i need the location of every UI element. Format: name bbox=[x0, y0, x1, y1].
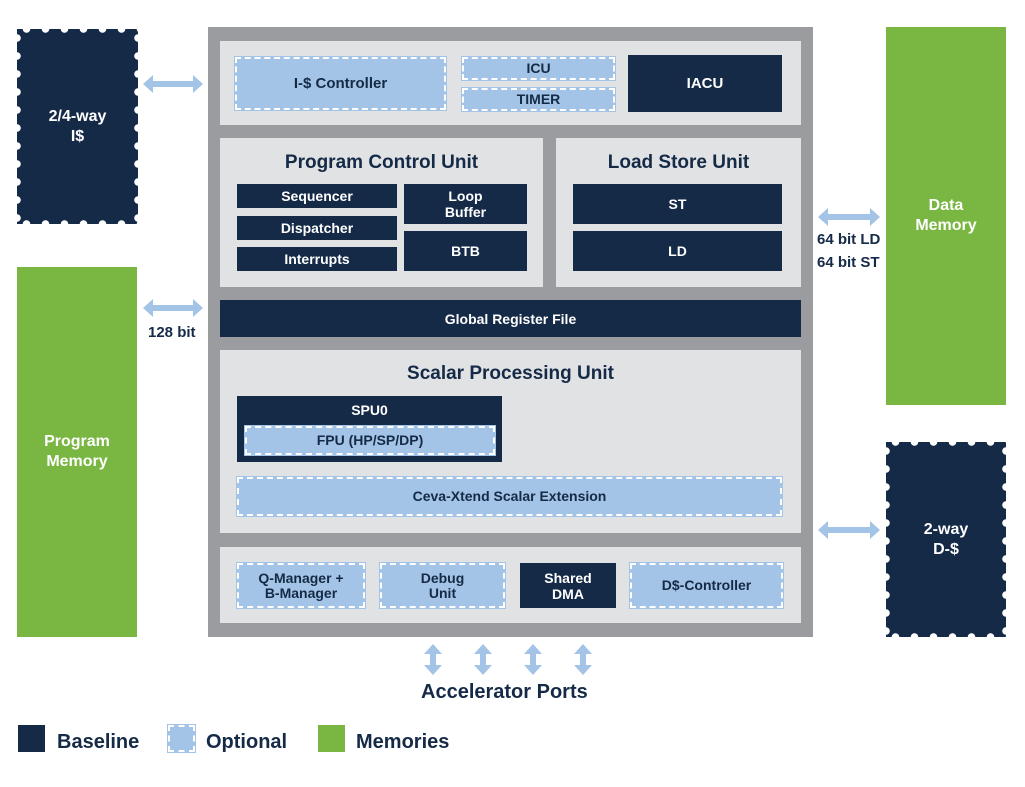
accel-port-arrow bbox=[474, 644, 492, 675]
arrows bbox=[143, 75, 880, 675]
accel-port-arrow bbox=[574, 644, 592, 675]
legend-memories: Memories bbox=[356, 731, 450, 753]
legend-baseline-swatch bbox=[18, 725, 45, 752]
data-ld-label: 64 bit LD bbox=[817, 231, 881, 248]
accel-port-arrow bbox=[424, 644, 442, 675]
icache-arrow bbox=[143, 75, 203, 93]
legend-baseline: Baseline bbox=[57, 731, 140, 753]
dcache-arrow bbox=[818, 521, 880, 539]
accelerator-ports-label: Accelerator Ports bbox=[421, 681, 588, 703]
legend-optional-swatch bbox=[167, 724, 196, 753]
program-bus-label: 128 bit bbox=[148, 324, 196, 341]
legend-optional: Optional bbox=[206, 731, 288, 753]
legend-memories-swatch bbox=[318, 725, 345, 752]
accel-port-arrow bbox=[524, 644, 542, 675]
data-st-label: 64 bit ST bbox=[817, 254, 880, 271]
data-bus-arrow bbox=[818, 208, 880, 226]
program-bus-arrow bbox=[143, 299, 203, 317]
